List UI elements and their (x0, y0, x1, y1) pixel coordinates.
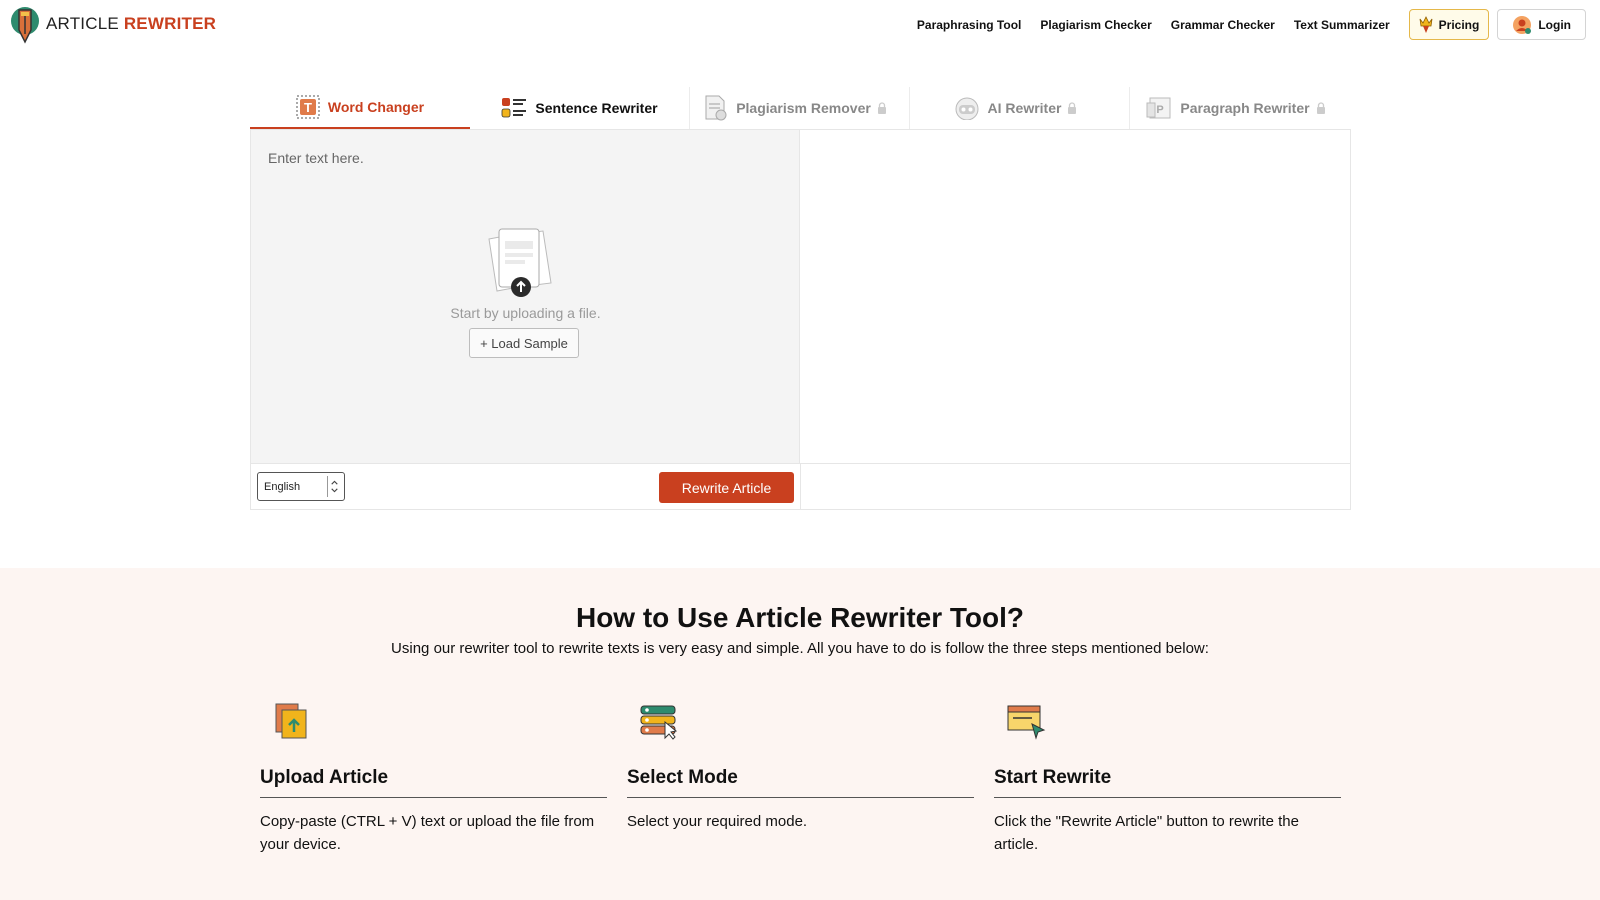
tab-label: Sentence Rewriter (535, 100, 658, 116)
pane-divider (800, 464, 801, 510)
how-to-title: How to Use Article Rewriter Tool? (575, 602, 1025, 633)
brand-name: ARTICLE REWRITER (46, 14, 217, 33)
lock-icon (1068, 102, 1077, 114)
how-to-subtitle: Using our rewriter tool to rewrite texts… (391, 640, 1209, 657)
sentence-list-icon (502, 98, 527, 118)
step-start-rewrite: Start Rewrite Click the "Rewrite Article… (994, 700, 1341, 856)
pricing-label: Pricing (1438, 17, 1480, 32)
pen-nib-logo-icon (11, 7, 39, 44)
cursor-window-icon (1007, 705, 1046, 740)
input-placeholder: Enter text here. (268, 150, 364, 166)
rewrite-article-button[interactable]: Rewrite Article (659, 472, 794, 503)
svg-text:P: P (1157, 104, 1164, 116)
step-description: Select your required mode. (627, 813, 808, 830)
editor-action-bar: English Rewrite Article (251, 463, 1350, 510)
svg-text:T: T (304, 100, 312, 115)
step-select-mode: Select Mode Select your required mode. (627, 700, 974, 833)
upload-file-illustration-icon[interactable] (481, 225, 561, 300)
step-title: Start Rewrite (994, 767, 1341, 798)
crown-icon (1419, 15, 1433, 33)
step-upload-article: Upload Article Copy-paste (CTRL + V) tex… (260, 700, 607, 856)
output-text-area[interactable] (800, 130, 1350, 463)
paragraph-icon: P (1146, 97, 1171, 119)
upload-file-icon (275, 703, 307, 739)
pricing-button[interactable]: Pricing (1408, 9, 1490, 40)
load-sample-button[interactable]: + Load Sample (469, 328, 579, 358)
site-header: ARTICLE REWRITER Paraphrasing Tool Plagi… (0, 0, 1600, 50)
language-select[interactable]: English (257, 472, 345, 501)
step-description: Copy-paste (CTRL + V) text or upload the… (260, 813, 595, 853)
nav-grammar-checker[interactable]: Grammar Checker (1171, 18, 1275, 32)
language-value: English (264, 480, 301, 493)
lock-icon (1316, 102, 1325, 114)
step-title: Select Mode (627, 767, 974, 798)
tab-label: Plagiarism Remover (736, 100, 871, 116)
tab-plagiarism-remover[interactable]: Plagiarism Remover (690, 87, 910, 129)
nav-text-summarizer[interactable]: Text Summarizer (1294, 18, 1390, 32)
input-text-area[interactable]: Enter text here. Start by uploading a fi… (251, 130, 800, 463)
top-nav: Paraphrasing Tool Plagiarism Checker Gra… (917, 9, 1586, 40)
document-check-icon (705, 95, 727, 121)
chevron-up-down-icon (327, 476, 338, 497)
nav-plagiarism-checker[interactable]: Plagiarism Checker (1040, 18, 1151, 32)
tab-label: Paragraph Rewriter (1180, 100, 1310, 116)
word-changer-icon: T (296, 95, 320, 119)
login-label: Login (1538, 17, 1571, 32)
tab-ai-rewriter[interactable]: AI Rewriter (910, 87, 1130, 129)
how-to-section: How to Use Article Rewriter Tool? Using … (0, 568, 1600, 900)
tab-paragraph-rewriter[interactable]: P Paragraph Rewriter (1130, 87, 1350, 129)
robot-icon (955, 97, 979, 120)
lock-icon (877, 102, 886, 114)
mode-tabs: T Word Changer Sentence Rewriter Plagiar… (250, 87, 1350, 129)
upload-prompt-text: Start by uploading a file. (450, 305, 601, 321)
step-title: Upload Article (260, 767, 607, 798)
user-avatar-icon (1513, 15, 1532, 34)
rewriter-editor: Enter text here. Start by uploading a fi… (250, 129, 1351, 510)
tab-label: AI Rewriter (987, 100, 1062, 116)
tab-label: Word Changer (327, 99, 425, 115)
select-mode-icon (640, 705, 678, 740)
tab-word-changer[interactable]: T Word Changer (250, 87, 470, 129)
brand-logo[interactable]: ARTICLE REWRITER (8, 4, 216, 44)
nav-paraphrasing-tool[interactable]: Paraphrasing Tool (917, 18, 1021, 32)
login-button[interactable]: Login (1497, 9, 1586, 40)
step-description: Click the "Rewrite Article" button to re… (994, 813, 1299, 853)
tab-sentence-rewriter[interactable]: Sentence Rewriter (470, 87, 690, 129)
